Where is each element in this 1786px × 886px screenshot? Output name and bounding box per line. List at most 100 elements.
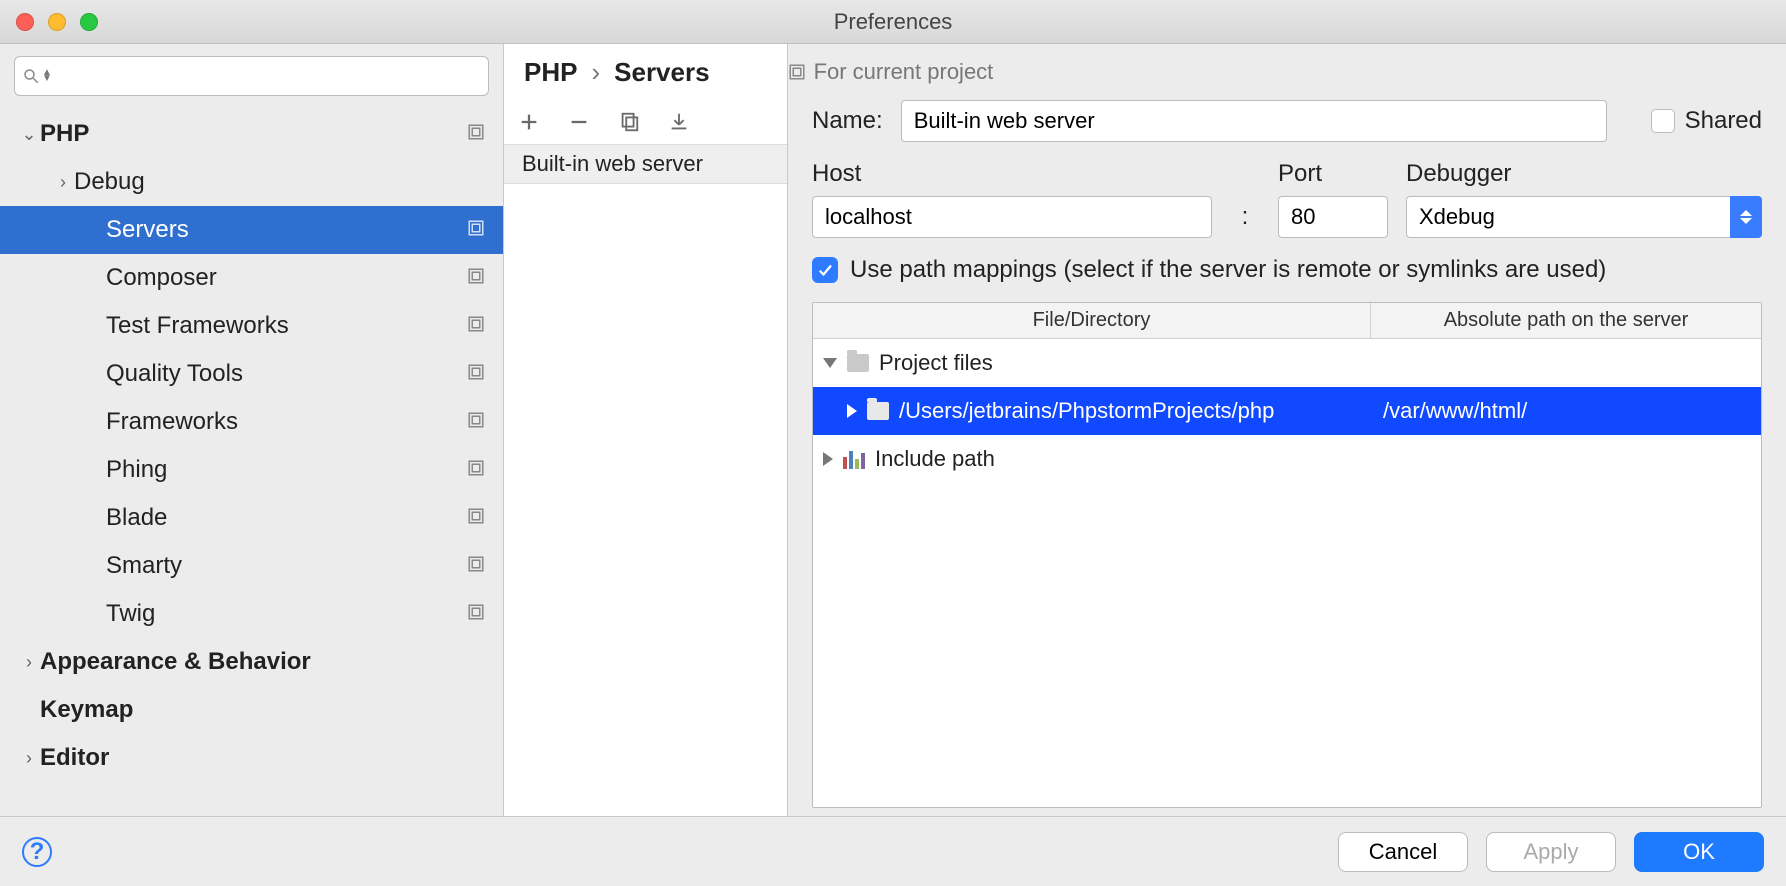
mapping-path-label: Include path [875, 446, 995, 472]
chevron-right-icon: › [18, 652, 40, 673]
project-scope-icon [467, 360, 485, 388]
project-scope-icon [467, 504, 485, 532]
import-server-button[interactable] [668, 111, 690, 133]
debugger-select[interactable] [1406, 196, 1762, 238]
column-file-directory[interactable]: File/Directory [813, 303, 1371, 338]
project-scope-icon [467, 456, 485, 484]
column-absolute-path[interactable]: Absolute path on the server [1371, 303, 1761, 338]
sidebar-item-servers[interactable]: Servers [0, 206, 503, 254]
mapping-row[interactable]: Project files [813, 339, 1761, 387]
sidebar-item-label: Frameworks [106, 408, 467, 436]
server-list-toolbar [504, 100, 787, 144]
server-list-panel: Built-in web server [504, 44, 788, 816]
sidebar-item-smarty[interactable]: Smarty [0, 542, 503, 590]
sidebar-item-label: Smarty [106, 552, 467, 580]
breadcrumb-leaf: Servers [614, 57, 709, 88]
dialog-footer: ? Cancel Apply OK [0, 816, 1786, 886]
project-scope-label: For current project [788, 59, 994, 85]
ok-button[interactable]: OK [1634, 832, 1764, 872]
library-icon [843, 449, 865, 469]
project-scope-icon [467, 552, 485, 580]
chevron-down-icon[interactable] [823, 358, 837, 368]
settings-search-input[interactable] [14, 56, 489, 96]
debugger-label: Debugger [1406, 160, 1762, 188]
port-input[interactable] [1278, 196, 1388, 238]
cancel-button[interactable]: Cancel [1338, 832, 1468, 872]
chevron-right-icon: › [52, 172, 74, 193]
sidebar-item-appearance-behavior[interactable]: ›Appearance & Behavior [0, 638, 503, 686]
server-list-item[interactable]: Built-in web server [504, 144, 787, 184]
body: ▲▼ ⌄PHP›DebugServersComposerTest Framewo… [0, 44, 1786, 816]
close-window-button[interactable] [16, 13, 34, 31]
sidebar-item-label: Blade [106, 504, 467, 532]
sidebar-item-twig[interactable]: Twig [0, 590, 503, 638]
sidebar-item-editor[interactable]: ›Editor [0, 734, 503, 782]
sidebar-item-label: Composer [106, 264, 467, 292]
project-icon [788, 63, 806, 81]
sidebar-item-phing[interactable]: Phing [0, 446, 503, 494]
sidebar-item-quality-tools[interactable]: Quality Tools [0, 350, 503, 398]
search-history-icon[interactable]: ▲▼ [42, 70, 52, 82]
sidebar-item-test-frameworks[interactable]: Test Frameworks [0, 302, 503, 350]
sidebar-item-label: Keymap [40, 696, 485, 724]
project-scope-icon [467, 264, 485, 292]
sidebar-item-label: Quality Tools [106, 360, 467, 388]
sidebar-item-php[interactable]: ⌄PHP [0, 110, 503, 158]
host-input[interactable] [812, 196, 1212, 238]
remove-server-button[interactable] [568, 111, 590, 133]
use-path-mappings-checkbox[interactable]: Use path mappings (select if the server … [812, 256, 1762, 284]
project-scope-icon [467, 408, 485, 436]
chevron-right-icon: › [591, 57, 600, 88]
path-mappings-table: File/Directory Absolute path on the serv… [812, 302, 1762, 808]
sidebar-item-label: Twig [106, 600, 467, 628]
sidebar-item-label: Test Frameworks [106, 312, 467, 340]
server-list: Built-in web server [504, 144, 787, 816]
sidebar-item-label: Phing [106, 456, 467, 484]
project-scope-icon [467, 600, 485, 628]
settings-search: ▲▼ [14, 56, 489, 96]
sidebar-item-debug[interactable]: ›Debug [0, 158, 503, 206]
apply-button[interactable]: Apply [1486, 832, 1616, 872]
minimize-window-button[interactable] [48, 13, 66, 31]
sidebar-item-label: Appearance & Behavior [40, 648, 485, 676]
project-scope-icon [467, 120, 485, 148]
folder-icon [867, 402, 889, 420]
dropdown-icon [1730, 196, 1762, 238]
mapping-server-path[interactable]: /var/www/html/ [1371, 398, 1761, 424]
help-button[interactable]: ? [22, 837, 52, 867]
folder-icon [847, 354, 869, 372]
sidebar-item-composer[interactable]: Composer [0, 254, 503, 302]
mapping-path-label: /Users/jetbrains/PhpstormProjects/php [899, 398, 1274, 424]
add-server-button[interactable] [518, 111, 540, 133]
sidebar-item-blade[interactable]: Blade [0, 494, 503, 542]
chevron-right-icon[interactable] [823, 452, 833, 466]
titlebar: Preferences [0, 0, 1786, 44]
project-scope-icon [467, 312, 485, 340]
settings-sidebar: ▲▼ ⌄PHP›DebugServersComposerTest Framewo… [0, 44, 504, 816]
host-port-separator: : [1230, 203, 1260, 231]
mapping-row[interactable]: /Users/jetbrains/PhpstormProjects/php/va… [813, 387, 1761, 435]
sidebar-item-keymap[interactable]: Keymap [0, 686, 503, 734]
window-title: Preferences [0, 9, 1786, 35]
preferences-window: Preferences ▲▼ ⌄PHP›DebugServersComposer… [0, 0, 1786, 886]
sidebar-item-label: Editor [40, 744, 485, 772]
port-label: Port [1278, 160, 1388, 188]
host-label: Host [812, 160, 1212, 188]
zoom-window-button[interactable] [80, 13, 98, 31]
project-scope-icon [467, 216, 485, 244]
settings-tree: ⌄PHP›DebugServersComposerTest Frameworks… [0, 104, 503, 816]
breadcrumb-root[interactable]: PHP [524, 57, 577, 88]
chevron-right-icon[interactable] [847, 404, 857, 418]
copy-server-button[interactable] [618, 111, 640, 133]
checkbox-checked-icon [812, 257, 838, 283]
breadcrumb: PHP › Servers [524, 57, 710, 88]
server-name-input[interactable] [901, 100, 1607, 142]
search-icon [22, 67, 40, 85]
sidebar-item-label: Debug [74, 168, 485, 196]
name-label: Name: [812, 107, 883, 135]
server-settings-panel: PHP › Servers For current project Name: … [788, 44, 1786, 816]
window-controls [0, 13, 98, 31]
shared-checkbox[interactable]: Shared [1651, 107, 1762, 135]
sidebar-item-frameworks[interactable]: Frameworks [0, 398, 503, 446]
mapping-row[interactable]: Include path [813, 435, 1761, 483]
